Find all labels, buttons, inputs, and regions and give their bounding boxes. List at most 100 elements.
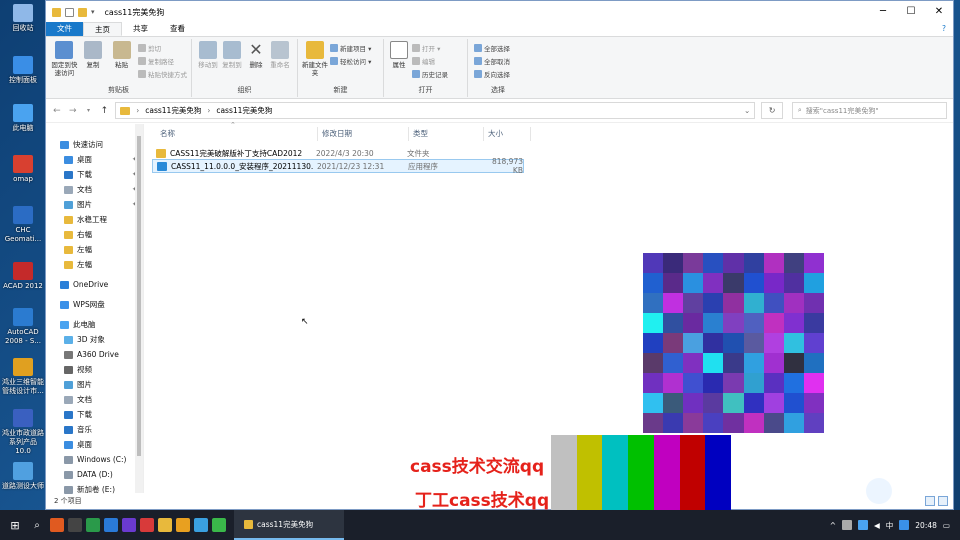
address-bar[interactable]: › cass11完美免狗 › cass11完美免狗 ⌄ (115, 102, 756, 119)
sidebar-item[interactable]: A360 Drive (46, 347, 143, 362)
clock[interactable]: 20:48 (915, 521, 937, 530)
edit-button[interactable]: 编辑 (412, 56, 448, 66)
sidebar-item[interactable]: 桌面 (46, 437, 143, 452)
app-icon[interactable] (122, 518, 136, 532)
sidebar-item[interactable]: 文档✦ (46, 182, 143, 197)
select-none-label: 全部取消 (484, 58, 510, 66)
sidebar-item[interactable]: 左幅 (46, 242, 143, 257)
sidebar-item[interactable]: 左幅 (46, 257, 143, 272)
sidebar-item[interactable]: 文档 (46, 392, 143, 407)
desktop-icon[interactable]: ACAD 2012 (2, 262, 44, 291)
history-button[interactable]: 历史记录 (412, 69, 448, 79)
network-icon[interactable] (858, 520, 868, 530)
notification-icon[interactable]: ▭ (943, 521, 950, 530)
app-icon[interactable] (176, 518, 190, 532)
column-date[interactable]: 修改日期 (318, 127, 409, 141)
close-button[interactable]: ✕ (925, 1, 953, 23)
desktop-icon[interactable]: AutoCAD 2008 - S... (2, 308, 44, 346)
details-view-icon[interactable] (925, 496, 935, 506)
navigation-pane: 快速访问桌面✦下载✦文档✦图片✦水稳工程右幅左幅左幅OneDriveWPS网盘此… (46, 124, 144, 494)
sidebar-item[interactable]: 图片 (46, 377, 143, 392)
search-input[interactable]: ⌕ 搜索"cass11完美免狗" (791, 102, 948, 119)
file-row[interactable]: CASS11完美破解版补丁支持CAD2012 2022/4/3 20:30 文件夹 (152, 146, 522, 160)
easy-access-button[interactable]: 轻松访问 ▾ (330, 56, 371, 66)
select-all-button[interactable]: 全部选择 (474, 43, 510, 53)
tray-app-icon[interactable] (899, 520, 910, 530)
volume-icon[interactable]: ◀ (874, 521, 880, 530)
column-size[interactable]: 大小 (484, 127, 531, 141)
app-icon[interactable] (194, 518, 208, 532)
select-none-button[interactable]: 全部取消 (474, 56, 510, 66)
address-dropdown-icon[interactable]: ⌄ (744, 106, 750, 115)
properties-icon[interactable] (65, 7, 74, 17)
sidebar-item[interactable]: 下载✦ (46, 167, 143, 182)
select-all-icon (474, 44, 482, 52)
cut-button[interactable]: 剪切 (138, 43, 187, 53)
task-view-icon[interactable] (68, 518, 82, 532)
recent-dropdown-icon[interactable]: ▾ (84, 107, 94, 114)
desktop-icon[interactable]: 鸿业三维智能管线设计市... (2, 358, 44, 396)
column-name[interactable]: 名称 (156, 127, 318, 141)
minimize-button[interactable]: ─ (869, 1, 897, 23)
desktop-icon[interactable]: 回收站 (2, 4, 44, 33)
help-icon[interactable]: ? (931, 22, 953, 36)
sidebar-item[interactable]: 图片✦ (46, 197, 143, 212)
tab-file[interactable]: 文件 (46, 22, 83, 36)
desktop-icon[interactable]: 鸿业市政道路系列产品10.0 (2, 409, 44, 456)
sidebar-item[interactable]: 下载 (46, 407, 143, 422)
ime-icon[interactable]: 中 (886, 520, 894, 531)
desktop-icon[interactable]: 道路测设大师 (2, 462, 44, 491)
sidebar-item[interactable]: Windows (C:) (46, 452, 143, 467)
start-icon[interactable]: ⊞ (6, 519, 24, 532)
sidebar-item[interactable]: 右幅 (46, 227, 143, 242)
sidebar-item[interactable]: OneDrive (46, 277, 143, 292)
large-icons-view-icon[interactable] (938, 496, 948, 506)
sidebar-item[interactable]: 3D 对象 (46, 332, 143, 347)
desktop-icon[interactable]: 控制面板 (2, 56, 44, 85)
tray-app-icon[interactable] (842, 520, 852, 530)
tray-expand-icon[interactable]: ^ (830, 521, 836, 530)
sidebar-item[interactable]: DATA (D:) (46, 467, 143, 482)
sidebar-item[interactable]: 音乐 (46, 422, 143, 437)
maximize-button[interactable]: ☐ (897, 1, 925, 23)
forward-arrow-icon[interactable]: → (68, 106, 78, 116)
sidebar-item[interactable]: 水稳工程 (46, 212, 143, 227)
app-icon[interactable] (158, 518, 172, 532)
invert-selection-button[interactable]: 反向选择 (474, 69, 510, 79)
properties-icon (390, 41, 408, 59)
desktop-icon[interactable]: 此电脑 (2, 104, 44, 133)
file-row[interactable]: CASS11_11.0.0.0_安装程序_20211130... 2021/12/… (152, 157, 524, 175)
new-item-button[interactable]: 新建项目 ▾ (330, 43, 371, 53)
app-icon[interactable] (104, 518, 118, 532)
sidebar-item[interactable]: 视频 (46, 362, 143, 377)
sidebar-item[interactable]: WPS网盘 (46, 297, 143, 312)
back-arrow-icon[interactable]: ← (52, 106, 62, 116)
sidebar-item[interactable]: 桌面✦ (46, 152, 143, 167)
app-icon[interactable] (212, 518, 226, 532)
app-icon[interactable] (50, 518, 64, 532)
open-button[interactable]: 打开 ▾ (412, 43, 448, 53)
app-icon[interactable] (140, 518, 154, 532)
tab-share[interactable]: 共享 (122, 22, 159, 36)
tab-home[interactable]: 主页 (83, 22, 122, 36)
copy-icon (84, 41, 102, 59)
sidebar-item[interactable]: 快速访问 (46, 137, 143, 152)
search-icon[interactable]: ⌕ (28, 520, 46, 531)
taskbar-explorer-button[interactable]: cass11完美免狗 (234, 510, 344, 540)
refresh-button[interactable]: ↻ (761, 102, 783, 119)
breadcrumb-item[interactable]: cass11完美免狗 (216, 105, 272, 116)
app-icon[interactable] (86, 518, 100, 532)
scrollbar-thumb[interactable] (137, 136, 141, 456)
up-arrow-icon[interactable]: ↑ (99, 106, 109, 116)
paste-shortcut-button[interactable]: 粘贴快捷方式 (138, 69, 187, 79)
new-folder-icon[interactable] (78, 7, 87, 17)
desktop-icon[interactable]: CHC Geomati... (2, 206, 44, 244)
copy-path-button[interactable]: 复制路径 (138, 56, 187, 66)
navigation-scrollbar[interactable] (135, 124, 143, 493)
sidebar-item[interactable]: 此电脑 (46, 317, 143, 332)
tab-view[interactable]: 查看 (159, 22, 196, 36)
breadcrumb-item[interactable]: cass11完美免狗 (145, 105, 201, 116)
customize-toolbar-icon[interactable]: ▾ (91, 8, 95, 16)
desktop-icon[interactable]: omap (2, 155, 44, 184)
column-type[interactable]: 类型 (409, 127, 484, 141)
